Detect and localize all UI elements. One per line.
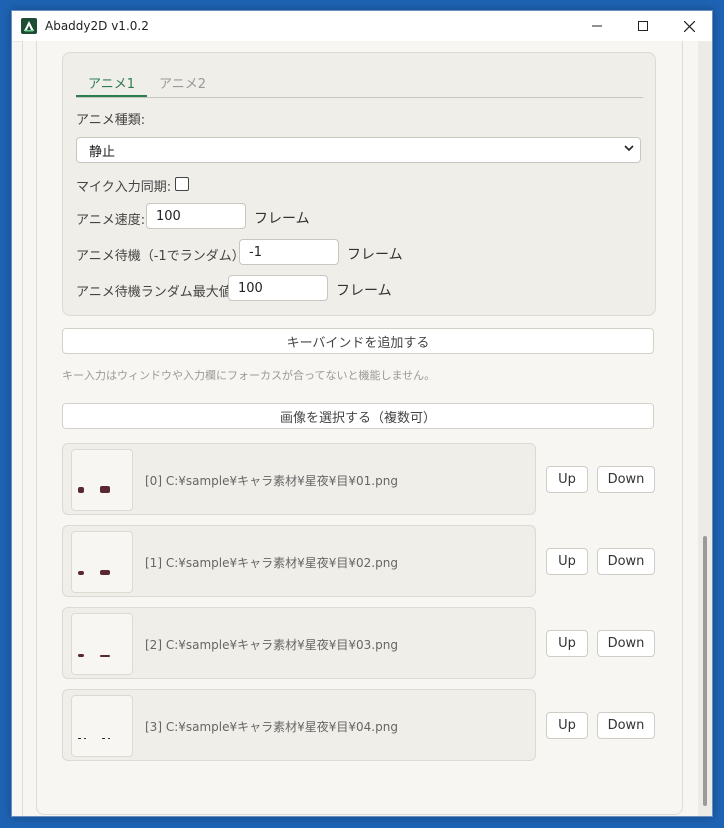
anim-speed-unit: フレーム — [254, 211, 310, 227]
anim-type-label: アニメ種類: — [76, 113, 146, 128]
down-button[interactable]: Down — [597, 712, 655, 739]
anim-wait-max-input[interactable]: 100 — [228, 275, 328, 301]
anim-wait-label: アニメ待機（-1でランダム）: — [76, 249, 250, 264]
down-button[interactable]: Down — [597, 466, 655, 493]
up-button[interactable]: Up — [546, 548, 588, 575]
image-list-item: [3] C:¥sample¥キャラ素材¥星夜¥目¥04.png — [62, 689, 536, 761]
maximize-icon — [638, 21, 648, 31]
anim-speed-input[interactable]: 100 — [146, 203, 246, 229]
image-list-item: [2] C:¥sample¥キャラ素材¥星夜¥目¥03.png — [62, 607, 536, 679]
anim-wait-max-label: アニメ待機ランダム最大値: — [76, 285, 237, 300]
maximize-button[interactable] — [620, 11, 666, 41]
close-button[interactable] — [666, 11, 712, 41]
image-path: [0] C:¥sample¥キャラ素材¥星夜¥目¥01.png — [145, 474, 398, 488]
tab-anime2[interactable]: アニメ2 — [147, 67, 218, 97]
vertical-scrollbar[interactable] — [698, 41, 712, 816]
anim-speed-label: アニメ速度: — [76, 213, 146, 228]
down-button[interactable]: Down — [597, 630, 655, 657]
minimize-icon — [592, 25, 602, 27]
tab-anime1[interactable]: アニメ1 — [76, 67, 148, 97]
anim-wait-unit: フレーム — [347, 247, 403, 263]
content-area: アニメ1 アニメ2 アニメ種類: 静止 マイク入力同期: アニメ速度: 100 … — [12, 41, 698, 816]
select-images-button[interactable]: 画像を選択する（複数可） — [62, 403, 654, 429]
down-button[interactable]: Down — [597, 548, 655, 575]
window-title: Abaddy2D v1.0.2 — [45, 19, 149, 33]
title-bar: Abaddy2D v1.0.2 — [12, 11, 712, 42]
up-button[interactable]: Up — [546, 712, 588, 739]
image-thumbnail — [71, 613, 133, 675]
image-thumbnail — [71, 531, 133, 593]
chevron-down-icon — [624, 143, 634, 156]
mic-sync-label: マイク入力同期: — [76, 180, 172, 195]
image-path: [3] C:¥sample¥キャラ素材¥星夜¥目¥04.png — [145, 720, 398, 734]
app-window: Abaddy2D v1.0.2 アニメ1 アニメ2 アニメ種類: 静止 マイク入… — [11, 10, 713, 817]
anim-wait-max-unit: フレーム — [336, 283, 392, 299]
image-thumbnail — [71, 449, 133, 511]
anim-type-select[interactable]: 静止 — [76, 137, 641, 163]
image-thumbnail — [71, 695, 133, 757]
up-button[interactable]: Up — [546, 466, 588, 493]
anim-settings-box: アニメ1 アニメ2 アニメ種類: 静止 マイク入力同期: アニメ速度: 100 … — [62, 52, 656, 316]
image-path: [2] C:¥sample¥キャラ素材¥星夜¥目¥03.png — [145, 638, 398, 652]
up-button[interactable]: Up — [546, 630, 588, 657]
anim-wait-input[interactable]: -1 — [239, 239, 339, 265]
image-list-item: [0] C:¥sample¥キャラ素材¥星夜¥目¥01.png — [62, 443, 536, 515]
window-controls — [574, 11, 712, 41]
mic-sync-checkbox[interactable] — [175, 177, 189, 191]
image-path: [1] C:¥sample¥キャラ素材¥星夜¥目¥02.png — [145, 556, 398, 570]
anim-tabs: アニメ1 アニメ2 — [76, 67, 643, 98]
close-icon — [683, 20, 695, 32]
image-list-item: [1] C:¥sample¥キャラ素材¥星夜¥目¥02.png — [62, 525, 536, 597]
minimize-button[interactable] — [574, 11, 620, 41]
keybind-note: キー入力はウィンドウや入力欄にフォーカスが合ってないと機能しません。 — [62, 369, 436, 382]
scrollbar-thumb[interactable] — [703, 536, 707, 806]
add-keybind-button[interactable]: キーバインドを追加する — [62, 328, 654, 354]
app-logo-icon — [21, 18, 37, 34]
anim-type-value: 静止 — [89, 144, 116, 160]
